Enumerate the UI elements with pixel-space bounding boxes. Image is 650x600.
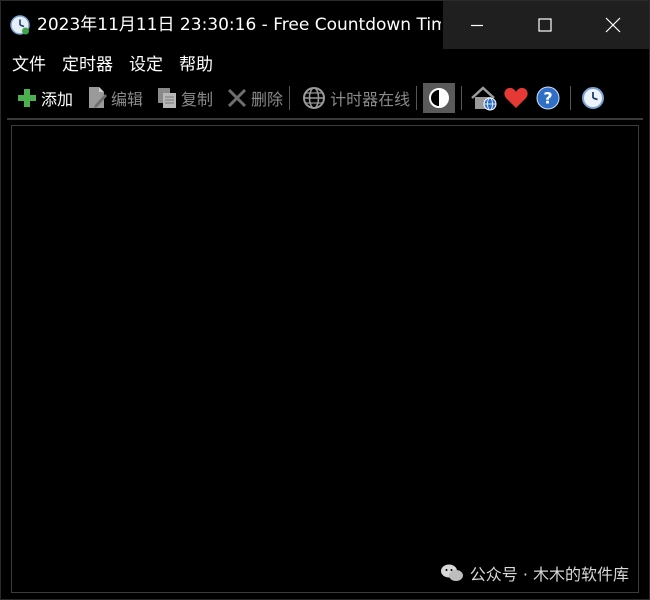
edit-button[interactable]: 编辑 (85, 83, 143, 113)
maximize-icon (538, 18, 552, 32)
clock-app-icon (9, 14, 31, 36)
globe-icon (302, 86, 326, 110)
close-icon (605, 17, 621, 33)
toolbar-separator (416, 86, 418, 110)
contrast-toggle-button[interactable] (423, 83, 456, 113)
menu-bar: 文件 定时器 设定 帮助 (1, 51, 649, 79)
watermark-text: 公众号 · 木木的软件库 (469, 565, 629, 584)
menu-timer[interactable]: 定时器 (56, 52, 119, 78)
copy-label: 复制 (181, 90, 214, 109)
toolbar-separator (289, 86, 291, 110)
help-icon: ? (536, 86, 560, 110)
home-web-icon (471, 86, 497, 111)
delete-label: 删除 (251, 90, 284, 109)
home-web-button[interactable] (468, 82, 500, 114)
contrast-icon (429, 88, 450, 108)
favorite-button[interactable] (500, 82, 532, 114)
toolbar-separator (570, 86, 572, 110)
x-icon (225, 86, 249, 110)
close-button[interactable] (579, 1, 647, 49)
timer-online-button[interactable]: 计时器在线 (302, 83, 410, 113)
maximize-button[interactable] (511, 1, 579, 49)
app-window: 2023年11月11日 23:30:16 - Free Countdown Ti… (0, 0, 650, 600)
minimize-icon (471, 24, 483, 27)
edit-label: 编辑 (111, 90, 144, 109)
menu-settings[interactable]: 设定 (123, 52, 169, 78)
toolbar-separator (461, 86, 463, 110)
toolbar-divider (7, 118, 643, 120)
minimize-button[interactable] (443, 1, 511, 49)
heart-icon (504, 87, 528, 108)
help-button[interactable]: ? (532, 82, 564, 114)
timer-online-label: 计时器在线 (330, 90, 411, 109)
clock-button[interactable] (577, 82, 609, 114)
clock-icon (582, 87, 605, 109)
copy-button[interactable]: 复制 (155, 83, 213, 113)
edit-document-icon (85, 86, 109, 110)
svg-text:?: ? (543, 89, 552, 108)
plus-icon (15, 86, 39, 110)
copy-icon (155, 86, 179, 110)
toolbar: 添加 编辑 复制 删除 计时器在线 ? (1, 81, 649, 115)
delete-button[interactable]: 删除 (225, 83, 283, 113)
wechat-icon (440, 564, 463, 581)
window-controls (443, 1, 649, 49)
title-bar[interactable]: 2023年11月11日 23:30:16 - Free Countdown Ti… (1, 1, 649, 49)
watermark: 公众号 · 木木的软件库 (440, 561, 629, 585)
menu-help[interactable]: 帮助 (173, 52, 219, 78)
add-button[interactable]: 添加 (15, 83, 73, 113)
menu-file[interactable]: 文件 (6, 52, 52, 78)
window-title: 2023年11月11日 23:30:16 - Free Countdown Ti… (37, 15, 441, 35)
timer-list[interactable] (11, 125, 639, 593)
add-label: 添加 (41, 90, 74, 109)
